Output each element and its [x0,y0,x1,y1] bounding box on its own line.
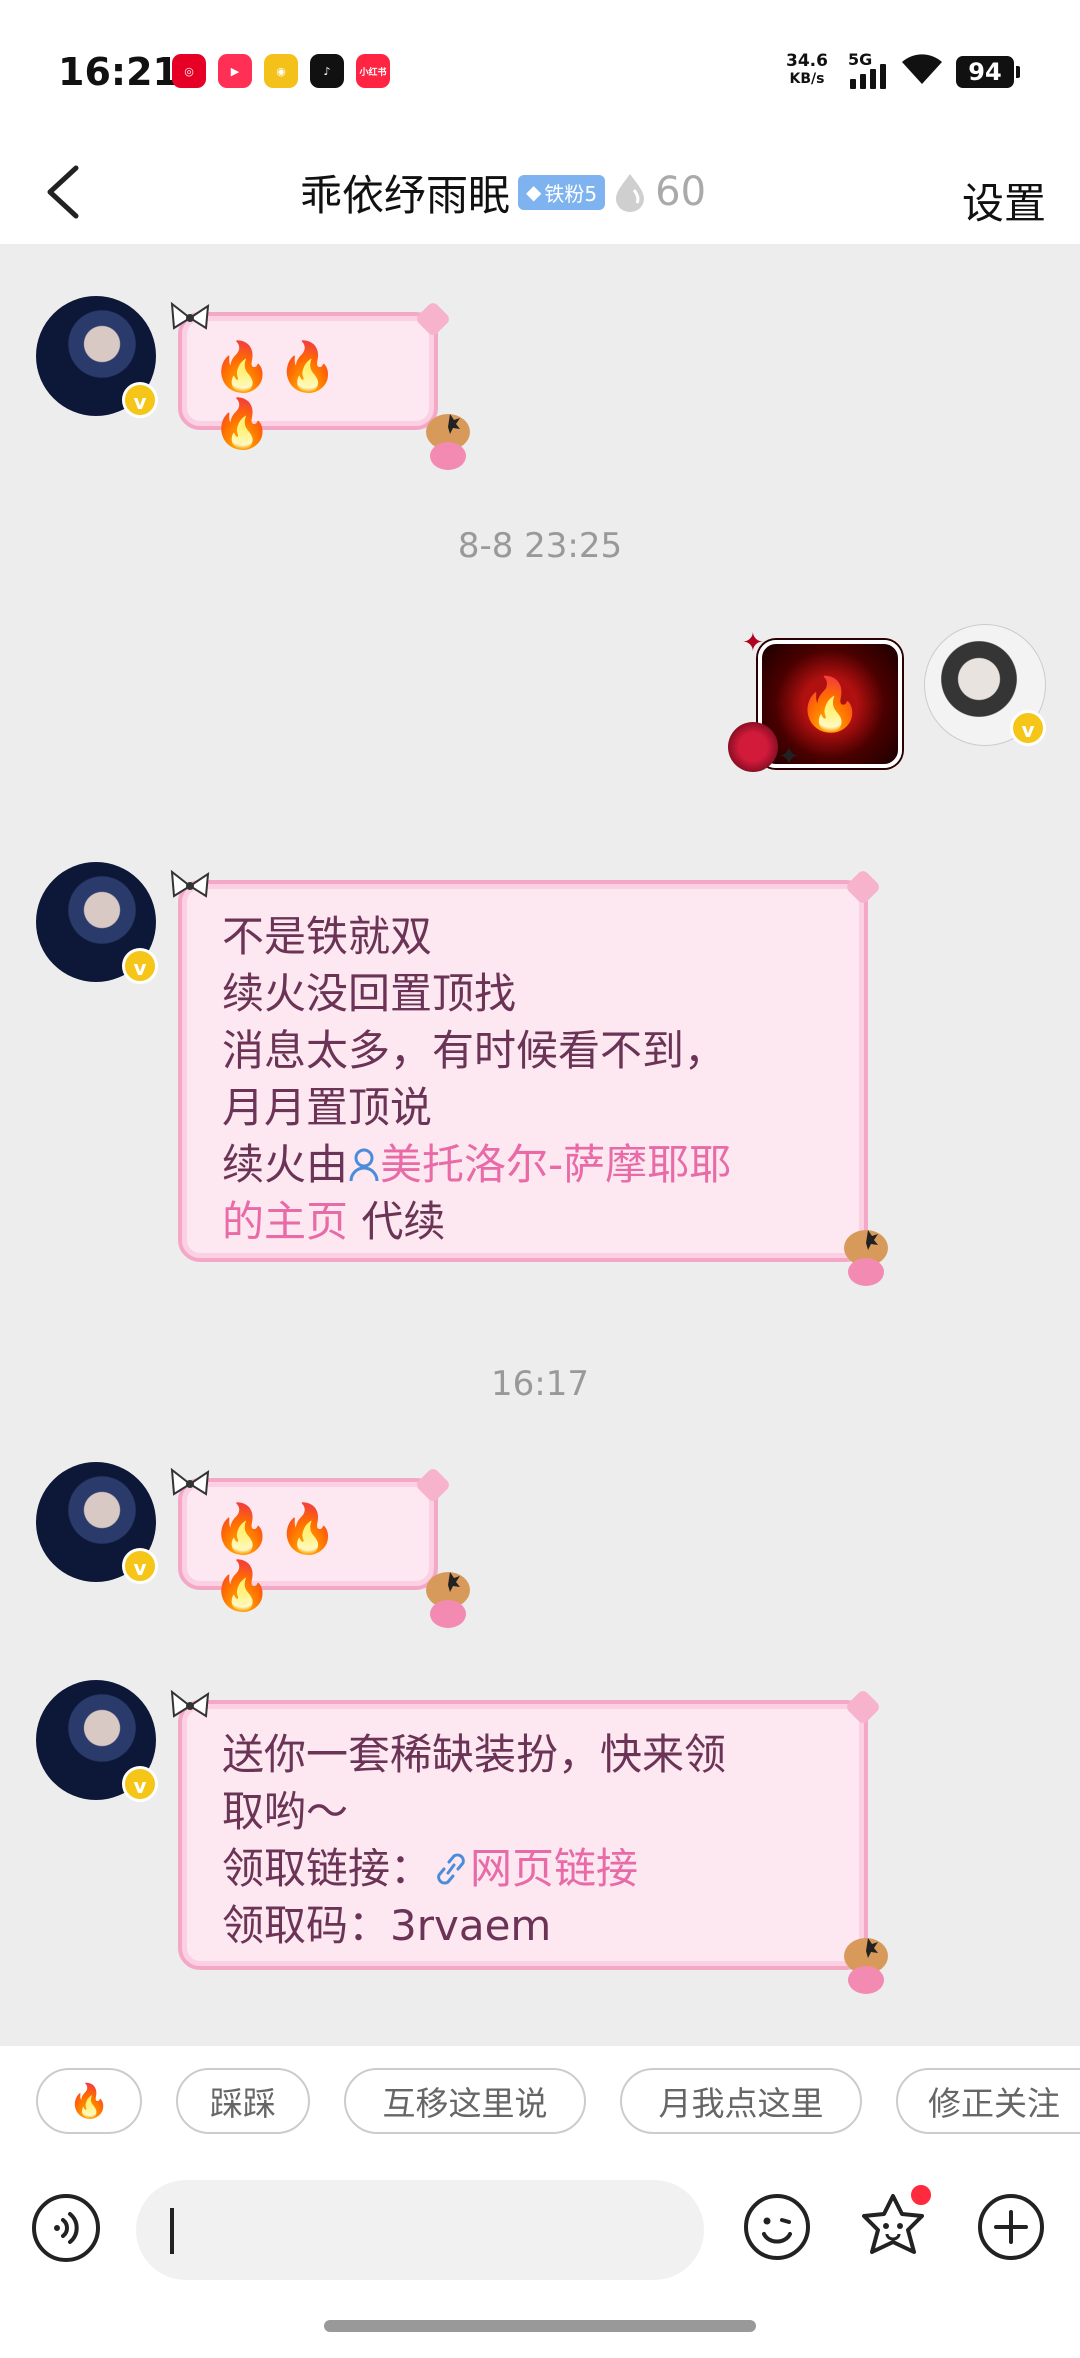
message-input[interactable] [136,2180,704,2280]
my-avatar[interactable]: v [924,624,1046,746]
quick-reply-bar: 🔥 踩踩 互移这里说 月我点这里 修正关注 [0,2046,1080,2156]
wifi-icon [902,54,942,84]
verified-badge-icon: v [122,1766,158,1802]
quick-reply-chip[interactable]: 踩踩 [176,2068,310,2134]
weibo-icon: ◉ [264,54,298,88]
message-line: 续火由 美托洛尔-萨摩耶耶 [222,1136,830,1193]
message-line: 取哟～ [222,1787,349,1836]
message-text: 不是铁就双 续火没回置顶找 消息太多，有时候看不到， 月月置顶说 续火由 美托洛尔… [182,884,864,1268]
bow-decoration-icon [170,301,210,330]
bow-decoration-icon [170,1689,210,1718]
signal-bars-icon [850,64,886,89]
message-bubble[interactable]: 送你一套稀缺装扮，快来领 取哟～ 领取链接： 网页链接 领取码：3rvaem [170,1688,888,1994]
message-line: 月月置顶说 [222,1083,433,1132]
message-timestamp: 8-8 23:25 [457,526,623,566]
message-text-fragment: 领取链接： [222,1844,433,1893]
user-mention-link-cont[interactable]: 的主页 [222,1197,348,1246]
user-mention-link[interactable]: 美托洛尔-萨摩耶耶 [348,1140,731,1189]
quick-reply-chip[interactable]: 月我点这里 [620,2068,862,2134]
status-time: 16:21 [58,50,179,94]
rose-decoration-icon [728,722,778,772]
web-link[interactable]: 网页链接 [432,1844,638,1893]
emoji-icon[interactable] [742,2192,812,2262]
bear-sticker-icon [844,1938,888,1994]
message-bubble[interactable]: 🔥🔥🔥 [170,1466,470,1628]
bear-sticker-icon [426,414,470,470]
message-text-fragment: 续火由 [222,1140,349,1189]
notification-icons: ◎ ▶ ◉ ♪ 小红书 [172,54,390,88]
network-speed-value: 34.6 [786,51,828,71]
web-link-text: 网页链接 [470,1844,639,1893]
fan-level-badge: ◆ 铁粉5 [518,174,606,210]
message-line: 的主页 代续 [222,1193,830,1250]
sender-avatar[interactable]: v [36,1462,158,1584]
tiktok-icon: ♪ [310,54,344,88]
notification-dot [908,2182,934,2208]
bear-sticker-icon [844,1230,888,1286]
verified-badge-icon: v [122,1548,158,1584]
sender-avatar[interactable]: v [36,296,158,418]
message-line: 领取链接： 网页链接 [222,1840,830,1897]
quick-reply-chip[interactable]: 修正关注 [896,2068,1080,2134]
add-more-icon[interactable] [976,2192,1046,2262]
battery-icon: 94 [956,56,1020,88]
netease-music-icon: ◎ [172,54,206,88]
settings-button[interactable]: 设置 [962,170,1046,231]
back-arrow-icon[interactable] [36,154,96,230]
mention-name: 美托洛尔-萨摩耶耶 [380,1140,732,1189]
network-speed: 34.6 KB/s [786,52,828,88]
sender-avatar[interactable]: v [36,862,158,984]
verified-badge-icon: v [1010,710,1046,746]
quick-reply-fire[interactable]: 🔥 [36,2068,142,2134]
video-app-icon: ▶ [218,54,252,88]
chat-title: 乖依纾雨眠 [300,170,511,220]
diamond-icon: ◆ [526,180,542,204]
message-line: 送你一套稀缺装扮，快来领 [222,1730,727,1779]
home-indicator[interactable] [324,2320,756,2332]
verified-badge-icon: v [122,948,158,984]
sender-avatar[interactable]: v [36,1680,158,1802]
flame-drop-icon [616,174,645,212]
chat-header: 乖依纾雨眠 ◆ 铁粉5 60 设置 [0,140,1080,244]
message-text: 送你一套稀缺装扮，快来领 取哟～ 领取链接： 网页链接 领取码：3rvaem [182,1704,864,1972]
text-caret [170,2208,174,2254]
message-line: 续火没回置顶找 [222,969,517,1018]
message-bubble[interactable]: 不是铁就双 续火没回置顶找 消息太多，有时候看不到， 月月置顶说 续火由 美托洛尔… [170,868,888,1286]
bear-sticker-icon [426,1572,470,1628]
user-icon [349,1148,379,1182]
message-line: 领取码：3rvaem [222,1901,552,1950]
message-text-fragment: 代续 [348,1197,446,1246]
sticker-fire-emoji: 🔥 [797,674,863,735]
message-text: 🔥🔥🔥 [212,339,344,452]
link-icon [437,1853,465,1885]
streak-count: 60 [655,169,707,215]
message-bubble[interactable]: 🔥🔥🔥 [170,300,470,470]
voice-input-icon[interactable] [30,2192,102,2264]
sparkle-icon: ✦ [742,628,764,658]
network-speed-unit: KB/s [789,71,825,87]
fan-level-text: 铁粉5 [544,181,598,206]
status-bar: 16:21 ◎ ▶ ◉ ♪ 小红书 34.6 KB/s 5G 94 [0,0,1080,140]
message-text: 🔥🔥🔥 [212,1501,344,1614]
message-line: 不是铁就双 [222,912,433,961]
verified-badge-icon: v [122,382,158,418]
bow-decoration-icon [170,1467,210,1496]
message-timestamp: 16:17 [491,1364,589,1404]
bow-decoration-icon [170,869,210,898]
quick-reply-chip[interactable]: 互移这里说 [344,2068,586,2134]
message-line: 消息太多，有时候看不到， [222,1026,727,1075]
xiaohongshu-icon: 小红书 [356,54,390,88]
sparkle-icon: ✦ [778,742,800,772]
chat-title-group[interactable]: 乖依纾雨眠 ◆ 铁粉5 60 [300,154,706,230]
